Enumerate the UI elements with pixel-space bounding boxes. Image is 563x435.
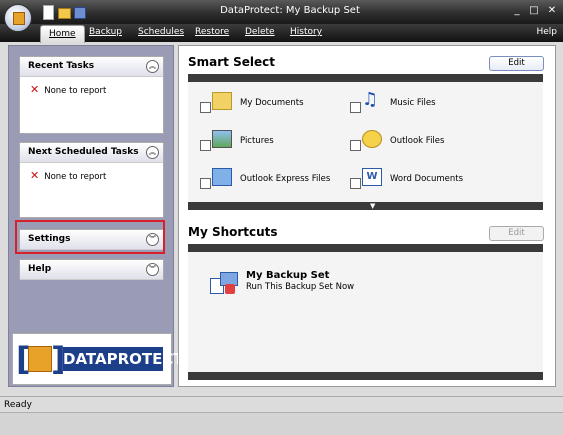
smart-select-area: My Documents ♫ Music Files Pictures Outl… — [188, 82, 543, 202]
bottom-strip — [0, 412, 563, 435]
outlook-icon — [362, 130, 382, 148]
picture-icon — [212, 130, 232, 148]
smart-select-edit-button[interactable]: Edit — [489, 56, 544, 71]
scheduled-task-item: ✕ None to report — [30, 169, 106, 182]
tab-delete[interactable]: Delete — [245, 24, 275, 42]
checkbox[interactable] — [350, 102, 361, 113]
checkbox[interactable] — [350, 178, 361, 189]
status-bar: Ready — [0, 396, 563, 413]
settings-highlight-frame — [15, 220, 165, 254]
music-note-icon: ♫ — [362, 89, 379, 110]
tab-schedules[interactable]: Schedules — [138, 24, 184, 42]
save-icon[interactable] — [74, 7, 86, 19]
smart-select-title: Smart Select — [188, 55, 275, 69]
recent-task-label: None to report — [44, 86, 107, 96]
help-box[interactable]: Help ︾ — [19, 259, 164, 280]
title-bar: DataProtect: My Backup Set _ □ ✕ — [0, 0, 563, 24]
minimize-button[interactable]: _ — [510, 4, 524, 17]
smart-select-bottom-bar[interactable]: ▼ — [188, 202, 543, 210]
checkbox[interactable] — [200, 102, 211, 113]
dataprotect-logo: [ ] DATAPROTECT — [12, 333, 184, 385]
new-file-icon[interactable] — [43, 5, 54, 20]
logo-text: DATAPROTECT — [63, 347, 184, 371]
shortcuts-bottom-bar — [188, 372, 543, 380]
app-window: DataProtect: My Backup Set _ □ ✕ Home Ba… — [0, 0, 563, 435]
open-folder-icon[interactable] — [58, 8, 71, 19]
shortcut-title: My Backup Set — [246, 270, 330, 281]
checkbox[interactable] — [350, 140, 361, 151]
task-panel: Recent Tasks ︽ ✕ None to report Next Sche… — [8, 45, 184, 387]
scheduled-task-label: None to report — [44, 172, 107, 182]
scheduled-tasks-header[interactable]: Next Scheduled Tasks ︽ — [20, 143, 163, 163]
window-title: DataProtect: My Backup Set — [220, 5, 360, 16]
logo-cube-icon — [28, 346, 52, 372]
tab-backup[interactable]: Backup — [89, 24, 122, 42]
folder-icon — [212, 92, 232, 110]
main-panel: Smart Select Edit My Documents ♫ Music F… — [178, 45, 556, 387]
maximize-button[interactable]: □ — [527, 4, 541, 17]
shortcut-description: Run This Backup Set Now — [246, 282, 355, 292]
item-label: My Documents — [240, 98, 304, 108]
x-icon: ✕ — [30, 169, 40, 182]
item-label: Outlook Files — [390, 136, 445, 146]
checkbox[interactable] — [200, 140, 211, 151]
shortcuts-area: My Backup Set Run This Backup Set Now — [188, 252, 543, 372]
help-header[interactable]: Help ︾ — [20, 260, 163, 280]
collapse-icon[interactable]: ︽ — [146, 60, 159, 73]
close-button[interactable]: ✕ — [545, 4, 559, 17]
shortcuts-top-bar — [188, 244, 543, 252]
scroll-down-icon[interactable]: ▼ — [370, 202, 375, 210]
backup-set-icon — [210, 270, 238, 296]
outlook-express-icon — [212, 168, 232, 186]
x-icon: ✕ — [30, 83, 40, 96]
recent-tasks-box: Recent Tasks ︽ ✕ None to report — [19, 56, 164, 134]
menu-bar: Home Backup Schedules Restore Delete His… — [0, 24, 563, 43]
shortcut-my-backup-set[interactable]: My Backup Set Run This Backup Set Now — [188, 252, 388, 302]
tab-history[interactable]: History — [290, 24, 322, 42]
help-title: Help — [28, 264, 52, 274]
tab-home[interactable]: Home — [40, 25, 85, 43]
tab-restore[interactable]: Restore — [195, 24, 229, 42]
help-menu[interactable]: Help — [536, 24, 557, 41]
scheduled-tasks-title: Next Scheduled Tasks — [28, 147, 139, 157]
app-logo-icon[interactable] — [4, 4, 32, 32]
item-label: Outlook Express Files — [240, 174, 331, 184]
item-label: Word Documents — [390, 174, 464, 184]
shortcuts-title: My Shortcuts — [188, 225, 278, 239]
item-label: Pictures — [240, 136, 274, 146]
recent-tasks-title: Recent Tasks — [28, 61, 95, 71]
expand-icon[interactable]: ︾ — [146, 263, 159, 276]
scheduled-tasks-box: Next Scheduled Tasks ︽ ✕ None to report — [19, 142, 164, 218]
checkbox[interactable] — [200, 178, 211, 189]
item-label: Music Files — [390, 98, 436, 108]
shortcuts-edit-button[interactable]: Edit — [489, 226, 544, 241]
collapse-icon[interactable]: ︽ — [146, 146, 159, 159]
status-text: Ready — [4, 400, 32, 410]
smart-select-top-bar — [188, 74, 543, 82]
word-document-icon: W — [362, 168, 382, 186]
recent-tasks-header[interactable]: Recent Tasks ︽ — [20, 57, 163, 77]
recent-task-item: ✕ None to report — [30, 83, 106, 96]
